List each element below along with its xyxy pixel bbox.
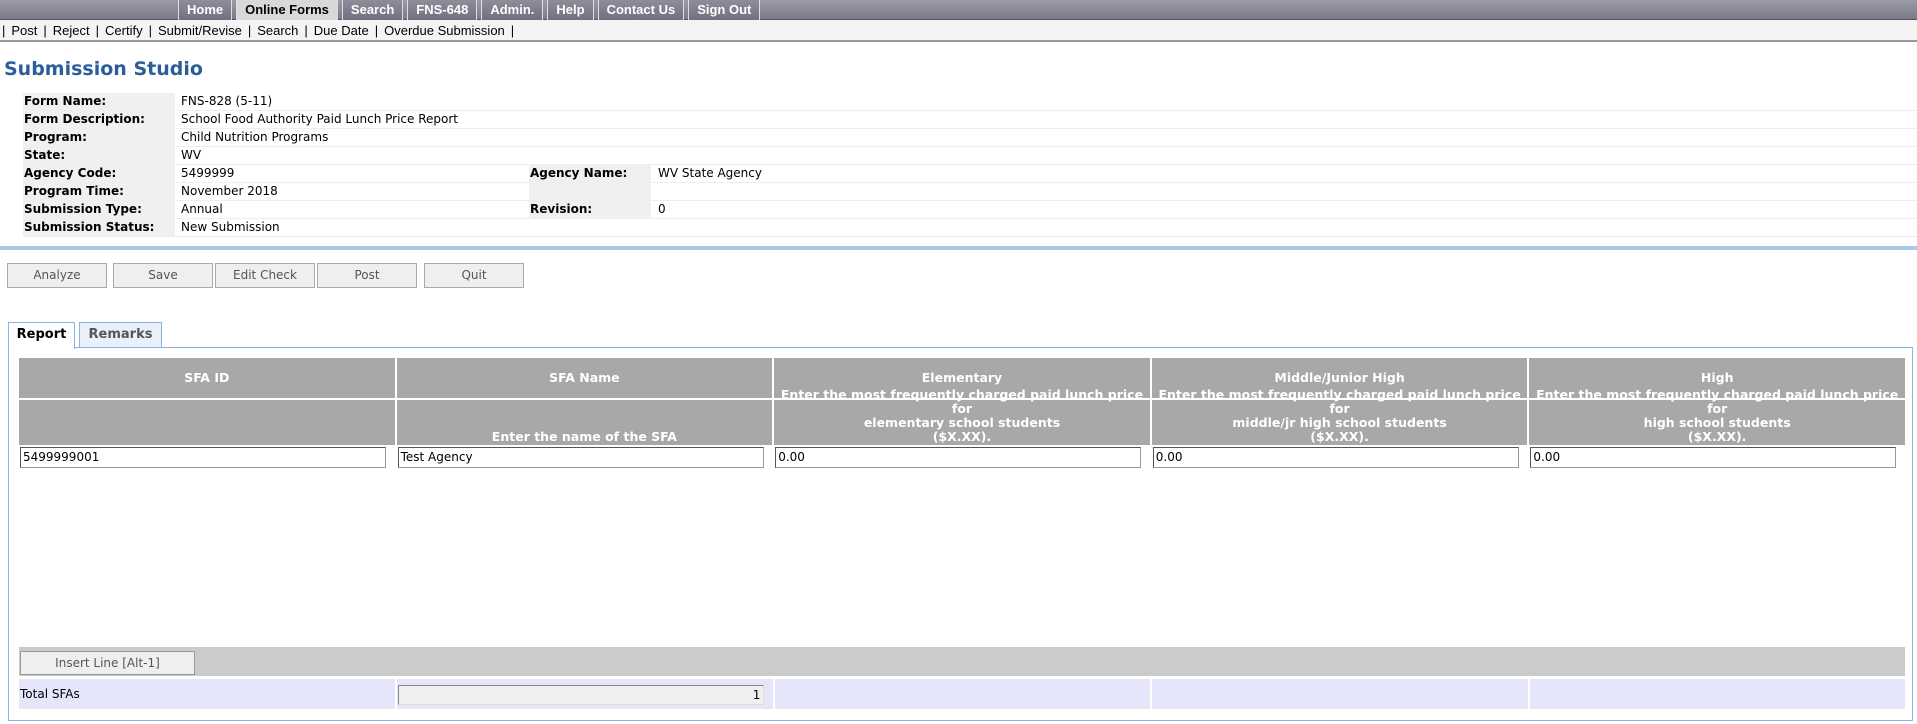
nav-home[interactable]: Home: [178, 0, 233, 20]
subheader-line: elementary school students: [863, 415, 1061, 430]
tab-remarks[interactable]: Remarks: [79, 322, 162, 348]
submission-status-label: Submission Status:: [23, 219, 175, 236]
separator: |: [374, 23, 379, 38]
subnav-search[interactable]: Search: [257, 23, 298, 38]
state-value: WV: [181, 148, 202, 162]
subnav-post[interactable]: Post: [11, 23, 37, 38]
empty-label: [529, 183, 651, 200]
subheader-line: ($X.XX).: [1687, 429, 1747, 444]
total-row: Total SFAs 1: [19, 679, 1906, 709]
top-navigation-bar: Home Online Forms Search FNS-648 Admin. Help C…: [0, 0, 1917, 20]
form-description-value: School Food Authority Paid Lunch Price R…: [181, 112, 458, 126]
program-time-value: November 2018: [181, 184, 278, 198]
separator: |: [304, 23, 308, 38]
form-name-label: Form Name:: [23, 93, 175, 110]
grid-cell: 0.00: [1529, 447, 1905, 469]
sfa-grid: SFA ID SFA Name Elementary Middle/Junior Hi…: [19, 358, 1905, 469]
total-sfas-label: Total SFAs: [19, 679, 396, 709]
separator: |: [247, 23, 252, 38]
grid-cell: 5499999001: [19, 447, 395, 469]
separator: |: [2, 23, 6, 38]
nav-online-forms[interactable]: Online Forms: [236, 0, 338, 20]
separator: |: [95, 23, 100, 38]
sfa-id-input[interactable]: 5499999001: [20, 447, 386, 468]
form-info-table: Form Name: FNS-828 (5-11) Form Descriptio…: [23, 93, 1917, 237]
elementary-price-input[interactable]: 0.00: [775, 447, 1142, 468]
subheader-line: Enter the most frequently charged paid l…: [780, 387, 1144, 416]
total-cell: [1152, 679, 1528, 709]
grid-cell: 0.00: [774, 447, 1150, 469]
subheader-line: ($X.XX).: [1310, 429, 1369, 444]
state-label: State:: [23, 147, 175, 164]
page-title: Submission Studio: [4, 58, 203, 80]
sfa-name-input[interactable]: Test Agency: [397, 447, 764, 468]
column-subheader: Enter the most frequently charged paid l…: [1529, 388, 1905, 445]
nav-search[interactable]: Search: [341, 0, 404, 20]
subheader-line: ($X.XX).: [932, 429, 992, 444]
program-time-label: Program Time:: [23, 183, 175, 200]
post-button[interactable]: Post: [317, 263, 417, 288]
nav-sign-out[interactable]: Sign Out: [688, 0, 761, 20]
column-subheader: [19, 400, 395, 445]
nav-contact-us[interactable]: Contact Us: [597, 0, 685, 20]
agency-name-label: Agency Name:: [529, 165, 651, 182]
nav-admin[interactable]: Admin.: [481, 0, 544, 20]
total-cell: [1529, 679, 1906, 709]
subheader-line: high school students: [1643, 415, 1791, 430]
agency-name-value: WV State Agency: [658, 166, 762, 180]
subnav-submit-revise[interactable]: Submit/Revise: [158, 23, 242, 38]
subnav-overdue-submission[interactable]: Overdue Submission: [384, 23, 505, 38]
subheader-line: Enter the name of the SFA: [491, 429, 677, 444]
nav-help[interactable]: Help: [547, 0, 594, 20]
column-header: SFA Name: [396, 358, 773, 398]
submission-status-value: New Submission: [181, 220, 280, 234]
insert-line-button[interactable]: Insert Line [Alt-1]: [20, 651, 195, 675]
quit-button[interactable]: Quit: [424, 263, 524, 288]
edit-check-button[interactable]: Edit Check: [215, 263, 315, 288]
submission-type-value: Annual: [181, 202, 223, 216]
total-cell: 1: [397, 679, 773, 709]
program-label: Program:: [23, 129, 175, 146]
agency-code-value: 5499999: [181, 166, 235, 180]
subheader-line: middle/jr high school students: [1232, 415, 1447, 430]
revision-label: Revision:: [529, 201, 651, 218]
high-price-input[interactable]: 0.00: [1530, 447, 1897, 468]
grid-cell: Test Agency: [397, 447, 773, 469]
divider: [0, 246, 1917, 250]
submission-type-label: Submission Type:: [23, 201, 175, 218]
middle-junior-high-price-input[interactable]: 0.00: [1152, 447, 1519, 468]
subheader-line: Enter the most frequently charged paid l…: [1536, 387, 1899, 416]
subnav-due-date[interactable]: Due Date: [314, 23, 369, 38]
total-sfas-value: 1: [398, 685, 765, 705]
analyze-button[interactable]: Analyze: [7, 263, 107, 288]
report-panel: SFA ID SFA Name Elementary Middle/Junior Hi…: [8, 347, 1913, 721]
separator: |: [148, 23, 152, 38]
subheader-line: Enter the most frequently charged paid l…: [1158, 387, 1521, 416]
column-header: SFA ID: [19, 358, 395, 398]
subnav-reject[interactable]: Reject: [53, 23, 90, 38]
agency-code-label: Agency Code:: [23, 165, 175, 182]
separator: |: [43, 23, 47, 38]
save-button[interactable]: Save: [113, 263, 213, 288]
nav-fns-648[interactable]: FNS-648: [407, 0, 478, 20]
subnav-certify[interactable]: Certify: [105, 23, 143, 38]
grid-cell: 0.00: [1152, 447, 1528, 469]
insert-bar: Insert Line [Alt-1]: [19, 647, 1905, 676]
form-description-label: Form Description:: [23, 111, 175, 128]
sub-navigation-bar: | Post | Reject | Certify | Submit/Revise | Searc…: [0, 20, 1917, 42]
column-subheader: Enter the most frequently charged paid l…: [1151, 388, 1528, 445]
form-name-value: FNS-828 (5-11): [181, 94, 273, 108]
column-subheader: Enter the name of the SFA: [396, 400, 773, 445]
revision-value: 0: [658, 202, 666, 216]
tab-report[interactable]: Report: [8, 322, 75, 349]
separator: |: [510, 23, 515, 38]
column-subheader: Enter the most frequently charged paid l…: [774, 388, 1150, 445]
total-cell: [774, 679, 1151, 709]
program-value: Child Nutrition Programs: [181, 130, 329, 144]
